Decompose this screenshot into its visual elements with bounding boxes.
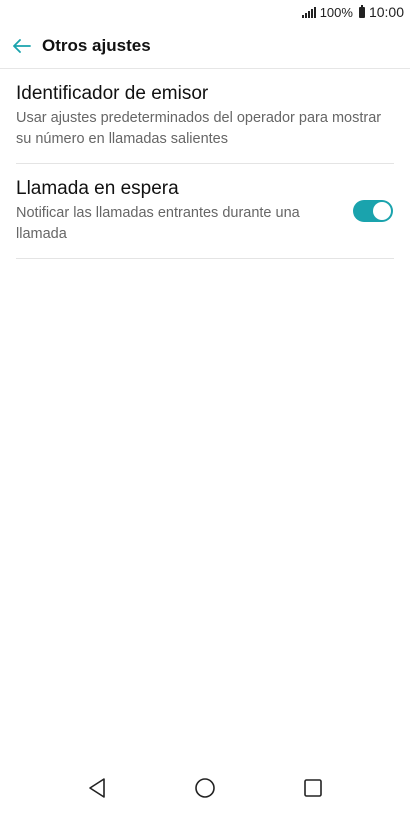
setting-text: Identificador de emisor Usar ajustes pre… — [16, 82, 394, 150]
home-circle-icon — [195, 778, 215, 798]
page-title: Otros ajustes — [42, 36, 151, 55]
call-waiting-toggle[interactable] — [353, 200, 393, 222]
nav-back-button[interactable] — [86, 777, 108, 799]
setting-caller-id[interactable]: Identificador de emisor Usar ajustes pre… — [16, 78, 394, 164]
setting-text: Llamada en espera Notificar las llamadas… — [16, 177, 335, 245]
status-bar: 100% 10:00 — [0, 0, 410, 24]
toggle-knob — [373, 202, 391, 220]
back-triangle-icon — [89, 778, 105, 798]
settings-list: Identificador de emisor Usar ajustes pre… — [16, 78, 394, 259]
setting-subtitle: Notificar las llamadas entrantes durante… — [16, 205, 300, 242]
nav-home-button[interactable] — [194, 777, 216, 799]
setting-subtitle: Usar ajustes predeterminados del operado… — [16, 110, 382, 147]
battery-percent: 100% — [319, 4, 353, 20]
battery-icon — [358, 4, 365, 18]
setting-title: Llamada en espera — [16, 178, 179, 199]
setting-call-waiting[interactable]: Llamada en espera Notificar las llamadas… — [16, 164, 394, 259]
app-bar: Otros ajustes — [0, 24, 410, 69]
back-button[interactable] — [0, 24, 44, 68]
signal-icon — [301, 6, 316, 18]
setting-title: Identificador de emisor — [16, 83, 209, 104]
navigation-bar — [0, 760, 410, 820]
arrow-left-icon — [13, 39, 31, 53]
recents-square-icon — [304, 779, 322, 797]
clock: 10:00 — [368, 4, 404, 20]
nav-recents-button[interactable] — [302, 777, 324, 799]
